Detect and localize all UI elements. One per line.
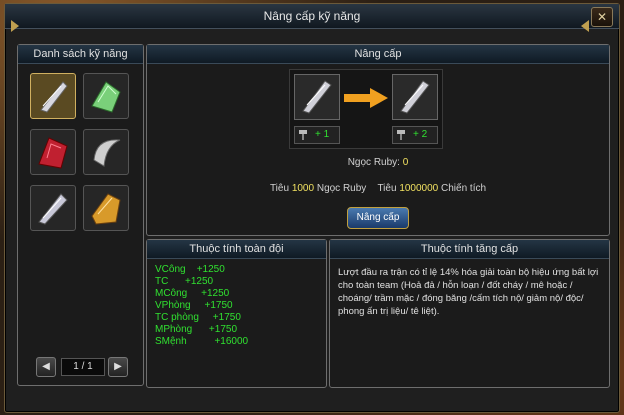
red-crystal-icon — [38, 137, 68, 169]
cost-merit-value: 1000000 — [399, 183, 439, 194]
level-attributes-panel: Thuộc tính tăng cấp Lượt đầu ra trận có … — [329, 239, 610, 388]
window-title: Nâng cấp kỹ năng — [263, 9, 361, 23]
attr-row: TC +1250 — [155, 276, 214, 287]
attr-row: TC phòng +1750 — [155, 312, 241, 323]
skill-slot-6[interactable] — [83, 185, 129, 231]
upgrade-panel: Nâng cấp + 1 + 2 Ngọc Ruby: 0 Tiêu 1000 … — [146, 44, 610, 236]
cost-ruby-value: 1000 — [291, 183, 315, 194]
skill-slot-5[interactable] — [30, 185, 76, 231]
skill-slot-4[interactable] — [83, 129, 129, 175]
skill-pager: ◀ 1 / 1 ▶ — [36, 357, 128, 377]
silver-hook-claw-icon — [93, 139, 121, 167]
gold-scroll-icon — [91, 193, 121, 225]
silver-blade-icon — [38, 193, 68, 225]
skill-slot-1[interactable] — [30, 73, 76, 119]
level-attributes-description: Lượt đầu ra trận có tỉ lệ 14% hóa giải t… — [338, 267, 599, 317]
next-level-badge: + 2 — [392, 126, 438, 144]
close-button[interactable]: ✕ — [591, 7, 613, 27]
next-page-button[interactable]: ▶ — [108, 357, 128, 377]
attr-row: MCông +1250 — [155, 288, 230, 299]
silver-claw-icon — [400, 80, 430, 114]
arrow-right-icon — [344, 88, 388, 108]
upgrade-button[interactable]: Nâng cấp — [347, 207, 409, 229]
team-attributes-panel: Thuộc tính toàn đội VCông +1250 TC +1250… — [146, 239, 327, 388]
next-skill-icon — [392, 74, 438, 120]
hammer-icon — [299, 130, 307, 140]
next-level-text: + 2 — [413, 129, 428, 140]
green-crystal-claw-icon — [91, 81, 121, 113]
page-indicator: 1 / 1 — [61, 358, 105, 376]
skill-slot-2[interactable] — [83, 73, 129, 119]
upgrade-header: Nâng cấp — [147, 45, 609, 64]
attr-row: VPhòng +1750 — [155, 300, 233, 311]
silver-claw-icon — [40, 81, 68, 113]
current-skill-icon — [294, 74, 340, 120]
current-level-badge: + 1 — [294, 126, 340, 144]
cost-ruby-unit: Ngọc Ruby — [314, 183, 367, 194]
silver-claw-icon — [302, 80, 332, 114]
corner-ornament-left-icon — [11, 20, 19, 32]
skill-slot-3[interactable] — [30, 129, 76, 175]
cost-merit-unit: Chiến tích — [438, 183, 487, 194]
level-attributes-header: Thuộc tính tăng cấp — [330, 240, 609, 259]
skill-list-header: Danh sách kỹ năng — [18, 45, 143, 64]
attr-row: VCông +1250 — [155, 264, 225, 275]
attr-row: MPhòng +1750 — [155, 324, 238, 335]
upgrade-cost: Tiêu 1000 Ngọc Ruby Tiêu 1000000 Chiến t… — [147, 183, 609, 194]
attr-row: SMệnh +16000 — [155, 336, 249, 347]
hammer-icon — [397, 130, 405, 140]
corner-ornament-right-icon — [581, 20, 589, 32]
cost-merit-prefix: Tiêu — [377, 183, 400, 194]
title-bar: Nâng cấp kỹ năng ✕ — [5, 4, 619, 29]
skill-list-panel: Danh sách kỹ năng ◀ 1 / 1 ▶ — [17, 44, 144, 386]
ruby-balance: Ngọc Ruby: 0 — [147, 157, 609, 168]
upgrade-preview: + 1 + 2 — [289, 69, 443, 149]
cost-ruby-prefix: Tiêu — [269, 183, 292, 194]
ruby-value: 0 — [402, 157, 409, 168]
prev-page-button[interactable]: ◀ — [36, 357, 56, 377]
team-attributes-header: Thuộc tính toàn đội — [147, 240, 326, 259]
current-level-text: + 1 — [315, 129, 330, 140]
ruby-label: Ngọc Ruby: — [347, 157, 403, 168]
